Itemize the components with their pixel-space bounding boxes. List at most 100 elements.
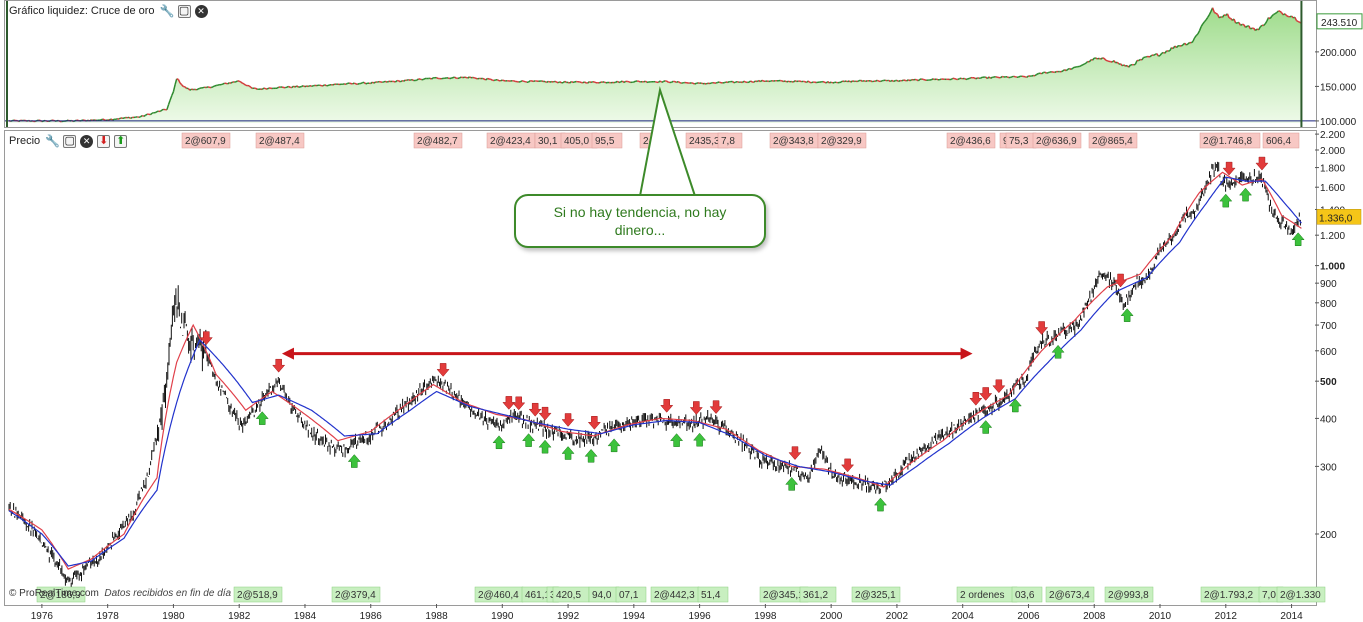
buy-order-label: 461,1 bbox=[525, 590, 550, 601]
buy-order-label: 361,2 bbox=[803, 590, 828, 601]
maximize-icon[interactable]: ▢ bbox=[63, 134, 77, 148]
equity-segment bbox=[299, 85, 302, 88]
sell-arrow bbox=[841, 458, 855, 473]
equity-segment bbox=[1006, 76, 1010, 79]
close-icon[interactable]: ✕ bbox=[194, 4, 208, 18]
sell-arrow bbox=[528, 402, 542, 417]
equity-segment bbox=[579, 81, 582, 84]
equity-segment bbox=[654, 80, 658, 84]
equity-segment bbox=[1010, 76, 1013, 79]
equity-segment bbox=[571, 80, 574, 84]
equity-segment bbox=[327, 84, 330, 87]
sell-order-label: 2@436,6 bbox=[950, 136, 991, 147]
equity-segment bbox=[842, 80, 845, 83]
equity-segment bbox=[205, 86, 209, 89]
equity-segment bbox=[403, 79, 406, 82]
equity-segment bbox=[154, 110, 158, 114]
equity-segment bbox=[1000, 75, 1003, 79]
equity-segment bbox=[788, 80, 791, 83]
equity-segment bbox=[692, 82, 696, 85]
equity-segment bbox=[477, 77, 480, 80]
equity-segment bbox=[1296, 19, 1299, 23]
sell-arrow bbox=[436, 363, 450, 377]
equity-segment bbox=[876, 79, 880, 82]
buy-arrow bbox=[607, 438, 621, 453]
equity-segment bbox=[411, 78, 414, 82]
sell-signal-icon[interactable]: ⬇ bbox=[97, 134, 111, 148]
equity-segment bbox=[416, 78, 419, 81]
sell-arrow bbox=[788, 446, 802, 461]
sell-order-label: 2@865,4 bbox=[1092, 136, 1133, 147]
equity-segment bbox=[1218, 16, 1222, 19]
equity-segment bbox=[1240, 23, 1243, 27]
x-label: 2002 bbox=[886, 611, 909, 622]
equity-segment bbox=[1013, 75, 1016, 78]
buy-order-label: 2@442,3 bbox=[654, 590, 695, 601]
buy-arrow bbox=[347, 454, 361, 468]
close-icon[interactable]: ✕ bbox=[80, 134, 94, 148]
equity-segment bbox=[832, 81, 835, 84]
price-y-label: 600 bbox=[1320, 347, 1337, 358]
equity-segment bbox=[332, 83, 335, 86]
equity-segment bbox=[469, 76, 472, 79]
equity-segment bbox=[633, 80, 636, 83]
equity-segment bbox=[365, 82, 368, 85]
equity-y-label: 100.000 bbox=[1320, 117, 1357, 128]
buy-arrow bbox=[979, 420, 993, 434]
price-y-label: 800 bbox=[1320, 299, 1337, 310]
equity-segment bbox=[288, 85, 291, 88]
x-label: 1982 bbox=[228, 611, 251, 622]
equity-segment bbox=[214, 84, 217, 87]
equity-segment bbox=[549, 80, 552, 83]
equity-segment bbox=[238, 80, 242, 83]
equity-segment bbox=[110, 118, 113, 121]
wrench-icon[interactable]: 🔧 bbox=[45, 134, 60, 148]
equity-segment bbox=[700, 82, 704, 85]
equity-segment bbox=[829, 81, 832, 84]
equity-segment bbox=[497, 79, 500, 82]
sell-arrow bbox=[272, 358, 286, 373]
equity-segment bbox=[1105, 59, 1108, 62]
equity-segment bbox=[112, 118, 115, 121]
equity-segment bbox=[840, 80, 844, 83]
equity-segment bbox=[382, 81, 385, 84]
equity-segment bbox=[1274, 11, 1278, 15]
equity-segment bbox=[548, 80, 551, 83]
equity-segment bbox=[931, 78, 934, 81]
x-label: 1996 bbox=[688, 611, 711, 622]
equity-segment bbox=[1123, 64, 1126, 67]
equity-segment bbox=[594, 81, 597, 84]
equity-segment bbox=[1144, 55, 1148, 58]
equity-segment bbox=[143, 114, 146, 117]
equity-segment bbox=[590, 81, 594, 84]
equity-segment bbox=[975, 77, 978, 80]
watermark-note: Datos recibidos en fin de día bbox=[104, 588, 232, 599]
equity-segment bbox=[1245, 25, 1248, 28]
sell-order-label: 2@482,7 bbox=[417, 136, 458, 147]
range-arrow-right-head bbox=[960, 347, 973, 360]
equity-segment bbox=[309, 84, 312, 87]
equity-segment bbox=[1228, 17, 1231, 20]
equity-segment bbox=[1080, 64, 1084, 67]
buy-signal-icon[interactable]: ⬆ bbox=[114, 134, 128, 148]
equity-segment bbox=[850, 80, 853, 83]
buy-order-label: 2@518,9 bbox=[237, 590, 278, 601]
buy-order-label: 2 ordenes bbox=[960, 590, 1004, 601]
equity-segment bbox=[880, 80, 883, 83]
equity-segment bbox=[679, 81, 682, 84]
equity-segment bbox=[248, 85, 252, 88]
maximize-icon[interactable]: ▢ bbox=[177, 4, 191, 18]
equity-segment bbox=[559, 81, 562, 84]
x-label: 2004 bbox=[952, 611, 975, 622]
buy-order-label: 2@673,4 bbox=[1049, 590, 1090, 601]
sell-order-label: 606,4 bbox=[1266, 136, 1291, 147]
wrench-icon[interactable]: 🔧 bbox=[160, 4, 175, 18]
equity-segment bbox=[623, 80, 627, 84]
equity-segment bbox=[319, 84, 322, 87]
equity-segment bbox=[360, 81, 363, 85]
equity-segment bbox=[1082, 63, 1085, 66]
equity-segment bbox=[862, 79, 865, 83]
equity-segment bbox=[474, 77, 477, 80]
equity-segment bbox=[311, 85, 314, 88]
equity-segment bbox=[349, 82, 352, 85]
